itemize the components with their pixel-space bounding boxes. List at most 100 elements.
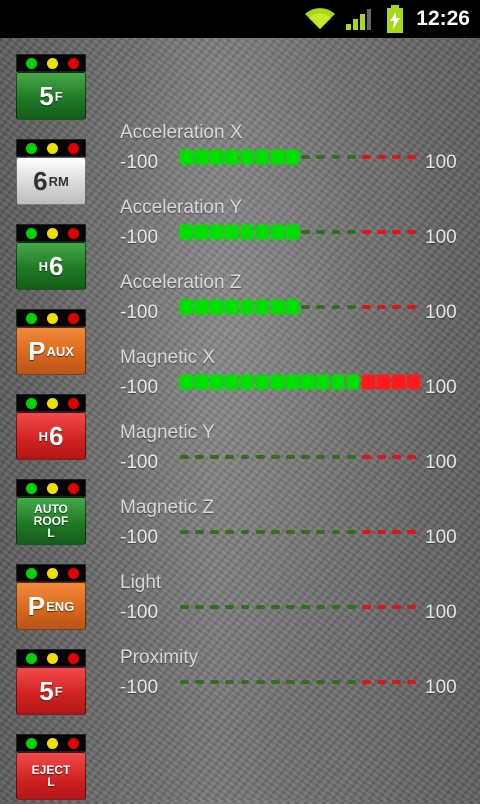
toggle-label-sub: RM <box>48 173 69 189</box>
bar-segment <box>180 150 193 164</box>
sensor-row: Light -100 100 <box>120 570 465 645</box>
sensor-max-value: 100 <box>425 377 457 398</box>
toggle-button[interactable]: H6 <box>16 412 86 460</box>
bar-segment <box>270 300 284 314</box>
red-light-icon <box>68 398 79 409</box>
toggle-button[interactable]: 5F <box>16 72 86 120</box>
green-light-icon <box>26 398 37 409</box>
bar-segment <box>346 455 356 459</box>
bar-segment <box>316 605 326 609</box>
bar-segment <box>270 375 284 389</box>
toggle-tile[interactable]: P ENG <box>16 564 86 634</box>
toggle-button[interactable]: 6 RM <box>16 157 86 205</box>
bar-segment <box>377 230 386 234</box>
bar-segment <box>286 375 299 389</box>
toggle-tile[interactable]: H6 <box>16 394 86 464</box>
bar-segment <box>255 150 269 164</box>
toggle-tile[interactable]: EJECT L <box>16 734 86 804</box>
toggle-label-sub: AUX <box>46 343 74 359</box>
sensor-level-bar <box>180 150 420 164</box>
bar-segment <box>331 155 341 159</box>
bar-segment <box>392 455 402 459</box>
toggle-button[interactable]: P AUX <box>16 327 86 375</box>
toggle-button[interactable]: 5F <box>16 667 86 715</box>
yellow-light-icon <box>47 483 58 494</box>
sensor-level-bar <box>180 375 420 389</box>
bar-segment <box>377 455 386 459</box>
toggle-tile[interactable]: 6 RM <box>16 139 86 209</box>
sensor-level-bar <box>180 225 420 239</box>
bar-segment <box>225 375 239 389</box>
bar-segment <box>225 150 239 164</box>
sensor-min-value: -100 <box>120 452 159 473</box>
bar-segment <box>407 155 417 159</box>
sensor-label: Magnetic Z <box>120 497 214 518</box>
bar-segment <box>316 305 326 309</box>
toggle-tile[interactable]: AUTO ROOF L <box>16 479 86 549</box>
toggle-tile[interactable]: P AUX <box>16 309 86 379</box>
bar-segment <box>210 530 220 534</box>
toggle-button[interactable]: P ENG <box>16 582 86 630</box>
toggle-tile[interactable]: 5F <box>16 649 86 719</box>
yellow-light-icon <box>47 738 58 749</box>
red-light-icon <box>68 313 79 324</box>
green-light-icon <box>26 483 37 494</box>
bar-segment <box>286 225 299 239</box>
bar-segment <box>210 680 220 684</box>
bar-segment <box>316 680 326 684</box>
sensor-min-value: -100 <box>120 152 159 173</box>
bar-segment <box>210 455 220 459</box>
sensor-max-value: 100 <box>425 152 457 173</box>
bar-segment <box>255 455 265 459</box>
bar-segment <box>301 230 311 234</box>
toggle-label-sub: H <box>38 258 48 274</box>
yellow-light-icon <box>47 653 58 664</box>
bar-segment <box>286 605 295 609</box>
sensor-min-value: -100 <box>120 602 159 623</box>
sensor-row: Acceleration Z -100 100 <box>120 270 465 345</box>
bar-segment <box>377 530 386 534</box>
red-light-icon <box>68 568 79 579</box>
bar-segment <box>180 680 189 684</box>
bar-segment <box>195 300 208 314</box>
bar-segment <box>240 530 250 534</box>
bar-segment <box>240 150 254 164</box>
bar-segment <box>392 305 402 309</box>
toggle-label-main: P <box>27 591 46 621</box>
bar-segment <box>286 680 295 684</box>
bar-segment <box>180 300 193 314</box>
toggle-button[interactable]: H6 <box>16 242 86 290</box>
toggle-label-line: L <box>47 526 55 540</box>
status-lights <box>16 224 86 242</box>
bar-segment <box>346 230 356 234</box>
sensor-row: Magnetic Y -100 100 <box>120 420 465 495</box>
yellow-light-icon <box>47 568 58 579</box>
bar-segment <box>316 155 326 159</box>
bar-segment <box>286 300 299 314</box>
yellow-light-icon <box>47 313 58 324</box>
bar-segment <box>301 455 311 459</box>
bar-segment <box>301 155 311 159</box>
toggle-label-main: 5 <box>39 676 54 706</box>
bar-segment <box>392 155 402 159</box>
toggle-tile[interactable]: H6 <box>16 224 86 294</box>
bar-segment <box>180 605 189 609</box>
bar-segment <box>255 530 265 534</box>
bar-segment <box>255 375 269 389</box>
sensor-max-value: 100 <box>425 677 457 698</box>
yellow-light-icon <box>47 58 58 69</box>
bar-segment <box>407 455 417 459</box>
red-light-icon <box>68 143 79 154</box>
toggle-button[interactable]: AUTO ROOF L <box>16 497 86 545</box>
bar-segment <box>331 305 341 309</box>
bar-segment <box>316 230 326 234</box>
bar-segment <box>331 530 341 534</box>
bar-segment <box>195 680 204 684</box>
toggle-button[interactable]: EJECT L <box>16 752 86 800</box>
status-lights <box>16 734 86 752</box>
sensor-level-bar <box>180 675 420 689</box>
status-bar: 12:26 <box>0 0 480 38</box>
toggle-tile[interactable]: 5F <box>16 54 86 124</box>
bar-segment <box>361 530 371 534</box>
sensor-min-value: -100 <box>120 677 159 698</box>
